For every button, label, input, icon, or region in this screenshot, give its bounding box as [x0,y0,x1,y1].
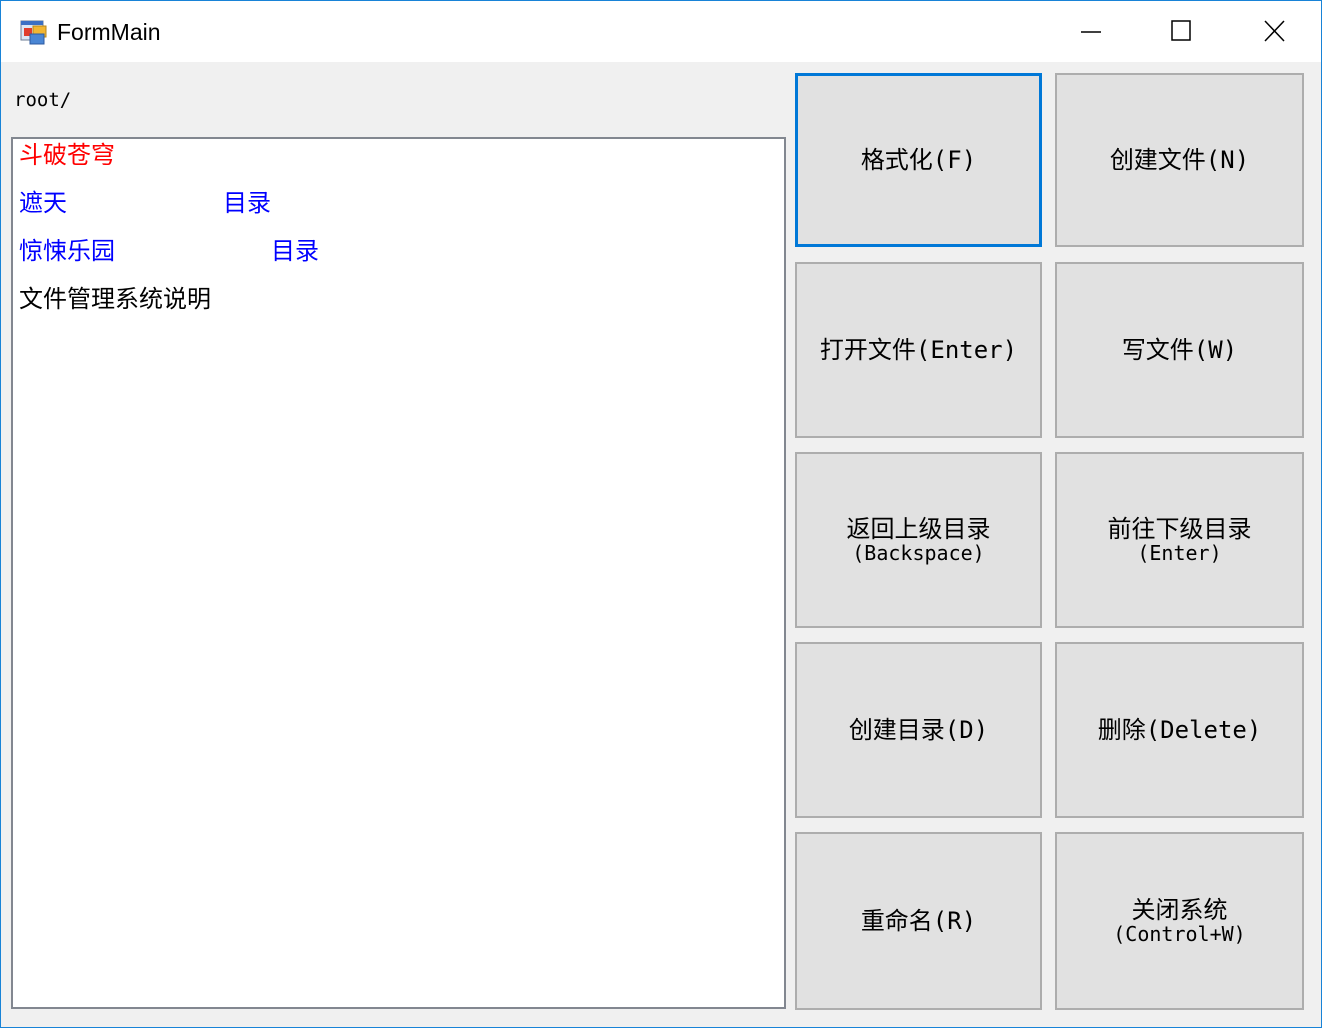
close-system-button[interactable]: 关闭系统 (Control+W) [1055,832,1304,1010]
close-system-button-line2: (Control+W) [1113,922,1246,946]
go-down-button-line1: 前往下级目录 [1107,515,1252,543]
list-item-name: 文件管理系统说明 [19,285,211,313]
app-icon [20,18,48,46]
go-down-directory-button[interactable]: 前往下级目录 (Enter) [1055,452,1304,628]
current-path-label: root/ [14,89,72,111]
delete-button[interactable]: 删除(Delete) [1055,642,1304,818]
minimize-button[interactable] [1046,1,1136,62]
go-up-directory-button[interactable]: 返回上级目录 (Backspace) [795,452,1042,628]
form-main-window: FormMain root/ 斗破苍穹 遮天 目录 惊悚乐园 目录 文件管理系统… [0,0,1322,1028]
create-file-button-label: 创建文件(N) [1109,146,1250,174]
go-up-button-line2: (Backspace) [852,541,985,565]
list-item-type: 目录 [223,189,271,217]
file-listbox[interactable]: 斗破苍穹 遮天 目录 惊悚乐园 目录 文件管理系统说明 [11,137,786,1009]
window-title: FormMain [57,19,161,45]
close-icon [1264,20,1285,42]
create-directory-button[interactable]: 创建目录(D) [795,642,1042,818]
list-item-type: 目录 [271,237,319,265]
minimize-icon [1081,31,1101,33]
open-file-button-label: 打开文件(Enter) [819,336,1018,364]
maximize-button[interactable] [1136,1,1226,62]
create-file-button[interactable]: 创建文件(N) [1055,73,1304,247]
format-button-label: 格式化(F) [860,146,977,174]
list-item-name: 遮天 [19,189,67,217]
maximize-icon [1171,20,1191,41]
rename-button-label: 重命名(R) [860,907,977,935]
delete-button-label: 删除(Delete) [1097,716,1262,744]
list-item-name: 斗破苍穹 [19,141,115,169]
rename-button[interactable]: 重命名(R) [795,832,1042,1010]
open-file-button[interactable]: 打开文件(Enter) [795,262,1042,438]
close-system-button-line1: 关闭系统 [1131,896,1228,924]
close-button[interactable] [1229,1,1319,62]
create-directory-button-label: 创建目录(D) [848,716,989,744]
format-button[interactable]: 格式化(F) [795,73,1042,247]
list-item-name: 惊悚乐园 [19,237,115,265]
title-bar[interactable]: FormMain [1,1,1321,62]
write-file-button-label: 写文件(W) [1121,336,1238,364]
go-up-button-line1: 返回上级目录 [846,515,991,543]
write-file-button[interactable]: 写文件(W) [1055,262,1304,438]
go-down-button-line2: (Enter) [1137,541,1222,565]
